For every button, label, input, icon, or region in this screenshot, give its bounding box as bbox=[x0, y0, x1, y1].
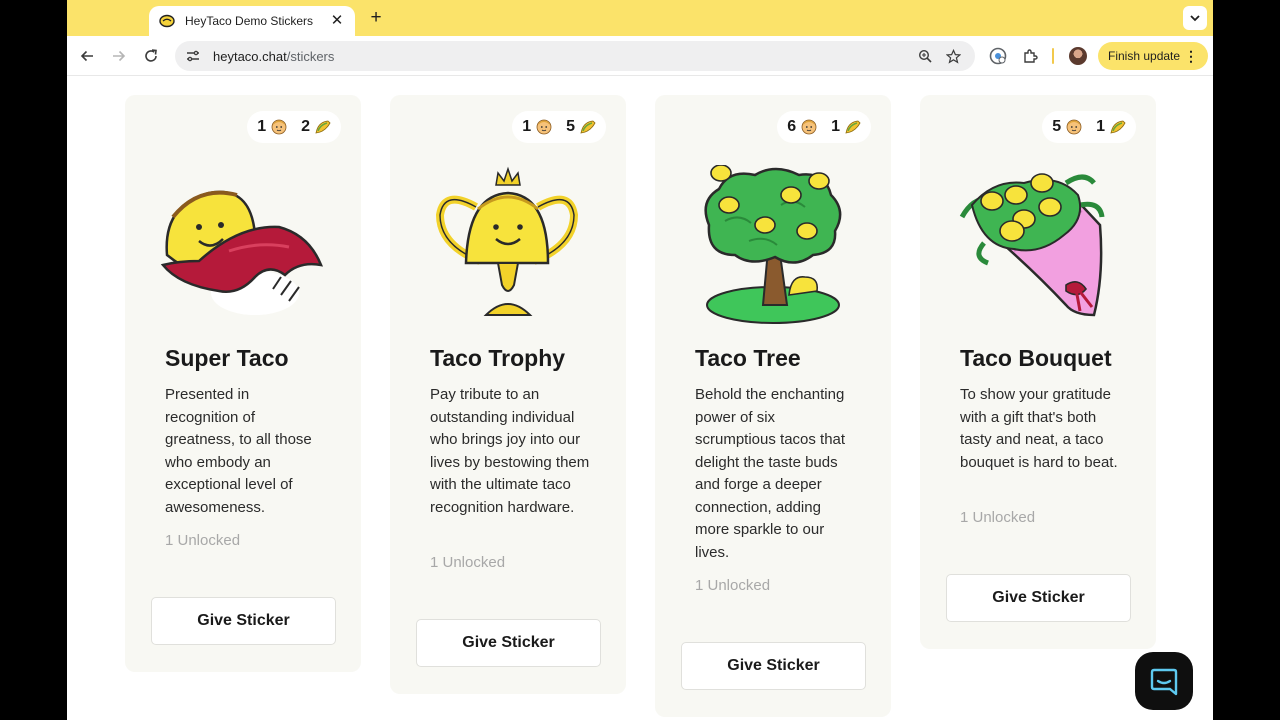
sticker-title: Super Taco bbox=[165, 345, 289, 371]
people-stat: 1 bbox=[257, 118, 287, 136]
sticker-description: Pay tribute to an outstanding individual… bbox=[430, 386, 590, 516]
taco-tree-illustration bbox=[704, 165, 842, 324]
taco-stat: 5 bbox=[566, 118, 596, 136]
people-count: 1 bbox=[257, 118, 267, 135]
taco-stat: 2 bbox=[301, 118, 331, 136]
chat-bubble-icon bbox=[1150, 668, 1178, 696]
taco-stat: 1 bbox=[831, 118, 861, 136]
finish-update-button[interactable]: Finish update ⋮ bbox=[1098, 42, 1208, 70]
person-icon bbox=[271, 119, 287, 135]
taco-count: 1 bbox=[1096, 118, 1105, 135]
address-bar[interactable]: heytaco.chat/stickers bbox=[175, 41, 975, 71]
toolbar-separator bbox=[1052, 48, 1054, 64]
person-icon bbox=[536, 119, 552, 135]
unlocked-count: 1 Unlocked bbox=[430, 554, 506, 571]
sticker-card-taco-trophy: 1 5 Taco Trophy Pay tribute to an outsta… bbox=[390, 95, 626, 694]
tab-heytaco-stickers[interactable]: HeyTaco Demo Stickers ✕ bbox=[149, 6, 355, 36]
more-menu-icon: ⋮ bbox=[1184, 48, 1198, 64]
profile-avatar[interactable] bbox=[1069, 47, 1087, 65]
sticker-description: To show your gratitude with a gift that'… bbox=[960, 386, 1118, 471]
new-tab-plus-icon[interactable]: + bbox=[365, 7, 387, 29]
people-stat: 6 bbox=[787, 118, 817, 136]
extensions-puzzle-icon[interactable] bbox=[1019, 45, 1041, 67]
forward-button[interactable] bbox=[107, 44, 131, 68]
reload-icon bbox=[145, 49, 157, 62]
sticker-card-super-taco: 1 2 Super Taco Presented in recognition … bbox=[125, 95, 361, 672]
people-count: 6 bbox=[787, 118, 797, 135]
heytaco-favicon-icon bbox=[159, 14, 175, 28]
forward-arrow-icon bbox=[113, 50, 126, 62]
taco-icon bbox=[580, 120, 596, 134]
give-sticker-button[interactable]: Give Sticker bbox=[416, 619, 601, 667]
tab-search-button[interactable] bbox=[1183, 6, 1207, 30]
bookmark-star-icon[interactable] bbox=[943, 46, 963, 66]
zoom-icon[interactable] bbox=[915, 46, 935, 66]
give-sticker-button[interactable]: Give Sticker bbox=[946, 574, 1131, 622]
taco-count: 1 bbox=[831, 118, 840, 135]
url-text: heytaco.chat/stickers bbox=[213, 49, 334, 64]
super-taco-illustration bbox=[160, 190, 324, 315]
sticker-stats: 6 1 bbox=[777, 111, 871, 143]
taco-trophy-illustration bbox=[435, 166, 579, 316]
tab-title: HeyTaco Demo Stickers bbox=[185, 14, 314, 28]
people-count: 5 bbox=[1052, 118, 1062, 135]
sticker-card-taco-tree: 6 1 Taco Tree Behold the enchanting powe… bbox=[655, 95, 891, 717]
sticker-card-taco-bouquet: 5 1 Taco Bouquet To show your gratitude … bbox=[920, 95, 1156, 649]
site-info-icon[interactable] bbox=[183, 46, 203, 66]
unlocked-count: 1 Unlocked bbox=[695, 577, 771, 594]
extension-gauge-icon[interactable] bbox=[987, 45, 1009, 67]
people-stat: 1 bbox=[522, 118, 552, 136]
unlocked-count: 1 Unlocked bbox=[165, 532, 241, 549]
person-icon bbox=[1066, 119, 1082, 135]
reload-button[interactable] bbox=[139, 44, 163, 68]
url-path: /stickers bbox=[286, 48, 335, 64]
sticker-description: Presented in recognition of greatness, t… bbox=[165, 386, 312, 516]
sticker-title: Taco Tree bbox=[695, 345, 801, 371]
taco-icon bbox=[315, 120, 331, 134]
sticker-stats: 5 1 bbox=[1042, 111, 1136, 143]
browser-toolbar: heytaco.chat/stickers Finish update ⋮ bbox=[67, 36, 1213, 76]
back-arrow-icon bbox=[80, 50, 93, 62]
taco-bouquet-illustration bbox=[959, 173, 1105, 317]
support-chat-button[interactable] bbox=[1135, 652, 1193, 710]
sticker-title: Taco Bouquet bbox=[960, 345, 1112, 371]
taco-count: 2 bbox=[301, 118, 310, 135]
tab-strip: HeyTaco Demo Stickers ✕ + bbox=[67, 0, 1213, 36]
chevron-down-icon bbox=[1190, 15, 1200, 22]
browser-window: HeyTaco Demo Stickers ✕ + heytaco.chat/s… bbox=[67, 0, 1213, 720]
sticker-stats: 1 5 bbox=[512, 111, 606, 143]
sticker-stats: 1 2 bbox=[247, 111, 341, 143]
sticker-title: Taco Trophy bbox=[430, 345, 566, 371]
back-button[interactable] bbox=[75, 44, 99, 68]
give-sticker-button[interactable]: Give Sticker bbox=[151, 597, 336, 645]
person-icon bbox=[801, 119, 817, 135]
url-host: heytaco.chat bbox=[213, 48, 287, 64]
taco-count: 5 bbox=[566, 118, 575, 135]
taco-icon bbox=[845, 120, 861, 134]
finish-update-label: Finish update bbox=[1108, 49, 1181, 63]
give-sticker-button[interactable]: Give Sticker bbox=[681, 642, 866, 690]
taco-stat: 1 bbox=[1096, 118, 1126, 136]
tab-close-icon[interactable]: ✕ bbox=[329, 13, 345, 29]
sticker-description: Behold the enchanting power of six scrum… bbox=[695, 386, 846, 561]
people-count: 1 bbox=[522, 118, 532, 135]
stickers-page: 1 2 Super Taco Presented in recognition … bbox=[67, 77, 1213, 720]
unlocked-count: 1 Unlocked bbox=[960, 509, 1036, 526]
taco-icon bbox=[1110, 120, 1126, 134]
people-stat: 5 bbox=[1052, 118, 1082, 136]
